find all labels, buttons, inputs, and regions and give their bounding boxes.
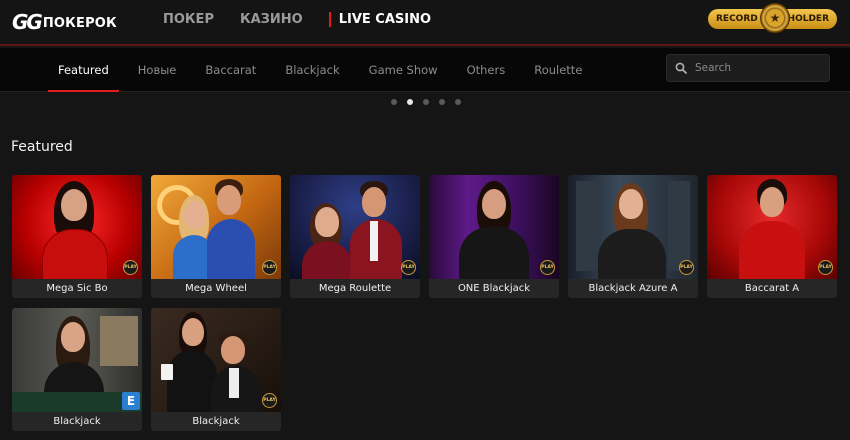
tab-others[interactable]: Others	[457, 48, 516, 92]
play-badge-icon: PLAY	[679, 260, 694, 275]
badge-left-text: RECORD	[716, 14, 758, 24]
play-badge-icon: PLAY	[818, 260, 833, 275]
game-thumbnail: PLAY	[151, 175, 281, 279]
play-badge-icon: PLAY	[262, 393, 277, 408]
logo-mark: GG	[12, 10, 43, 34]
tab-featured[interactable]: Featured	[48, 48, 119, 92]
seal-icon: ★	[760, 3, 790, 33]
search-icon	[675, 62, 687, 74]
carousel-dot-4[interactable]	[439, 99, 445, 105]
tab-new[interactable]: Новые	[128, 48, 187, 92]
game-card-one-blackjack[interactable]: PLAY ONE Blackjack	[429, 175, 559, 298]
tab-game-show[interactable]: Game Show	[359, 48, 448, 92]
game-card-blackjack-1[interactable]: E Blackjack	[12, 308, 142, 431]
tab-roulette[interactable]: Roulette	[524, 48, 592, 92]
game-title: Baccarat A	[707, 279, 837, 298]
category-tabs: Featured Новые Baccarat Blackjack Game S…	[48, 48, 601, 92]
section-title: Featured	[11, 139, 73, 155]
game-title: Mega Wheel	[151, 279, 281, 298]
play-badge-icon: PLAY	[123, 260, 138, 275]
game-thumbnail: PLAY	[12, 175, 142, 279]
main-nav-poker[interactable]: ПОКЕР	[163, 12, 214, 27]
main-nav-live-casino[interactable]: LIVE CASINO	[328, 12, 431, 27]
game-title: Mega Roulette	[290, 279, 420, 298]
carousel-dot-2[interactable]	[407, 99, 413, 105]
evolution-badge-icon: E	[122, 392, 140, 410]
game-thumbnail: PLAY	[429, 175, 559, 279]
main-nav-casino[interactable]: КАЗИНО	[240, 12, 303, 27]
game-thumbnail: PLAY	[707, 175, 837, 279]
play-badge-icon: PLAY	[401, 260, 416, 275]
play-badge-icon: PLAY	[540, 260, 555, 275]
top-bar: GG ПОКЕРОК ПОКЕР КАЗИНО LIVE CASINO RECO…	[0, 0, 850, 46]
logo[interactable]: GG ПОКЕРОК	[12, 8, 117, 36]
game-card-mega-wheel[interactable]: PLAY Mega Wheel	[151, 175, 281, 298]
tab-blackjack[interactable]: Blackjack	[275, 48, 349, 92]
game-card-mega-roulette[interactable]: PLAY Mega Roulette	[290, 175, 420, 298]
game-thumbnail: PLAY	[151, 308, 281, 412]
carousel-dot-5[interactable]	[455, 99, 461, 105]
game-card-blackjack-azure-a[interactable]: PLAY Blackjack Azure A	[568, 175, 698, 298]
play-badge-icon: PLAY	[262, 260, 277, 275]
game-card-baccarat-a[interactable]: PLAY Baccarat A	[707, 175, 837, 298]
game-card-blackjack-2[interactable]: PLAY Blackjack	[151, 308, 281, 431]
game-title: Blackjack Azure A	[568, 279, 698, 298]
game-title: Mega Sic Bo	[12, 279, 142, 298]
game-title: ONE Blackjack	[429, 279, 559, 298]
game-card-mega-sic-bo[interactable]: PLAY Mega Sic Bo	[12, 175, 142, 298]
game-title: Blackjack	[151, 412, 281, 431]
carousel-dot-3[interactable]	[423, 99, 429, 105]
category-bar: Featured Новые Baccarat Blackjack Game S…	[0, 48, 850, 92]
badge-right-text: HOLDER	[787, 14, 829, 24]
record-holder-badge: RECORD ★ HOLDER	[708, 3, 837, 33]
game-thumbnail: E	[12, 308, 142, 412]
logo-text: ПОКЕРОК	[42, 16, 117, 31]
carousel-dots	[391, 99, 471, 105]
main-nav: ПОКЕР КАЗИНО LIVE CASINO	[163, 12, 457, 27]
search-input[interactable]	[695, 62, 815, 74]
game-thumbnail: PLAY	[568, 175, 698, 279]
game-title: Blackjack	[12, 412, 142, 431]
carousel-dot-1[interactable]	[391, 99, 397, 105]
tab-baccarat[interactable]: Baccarat	[195, 48, 266, 92]
game-thumbnail: PLAY	[290, 175, 420, 279]
search-box[interactable]	[666, 54, 830, 82]
